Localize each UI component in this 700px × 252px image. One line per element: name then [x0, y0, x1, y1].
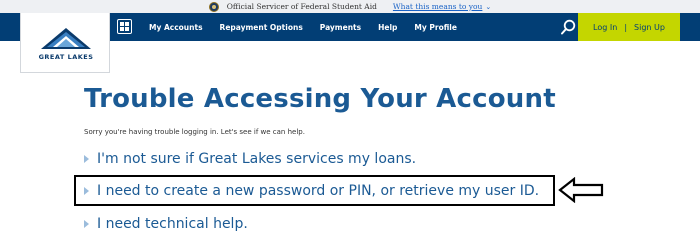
- help-option-loans[interactable]: I'm not sure if Great Lakes services my …: [84, 150, 416, 168]
- nav-my-accounts[interactable]: My Accounts: [149, 23, 203, 32]
- chevron-down-icon[interactable]: ⌄: [485, 3, 491, 11]
- signup-button[interactable]: Sign Up: [634, 23, 665, 32]
- help-option-label[interactable]: I'm not sure if Great Lakes services my …: [97, 151, 416, 167]
- logo-text: GREAT LAKES: [38, 53, 94, 61]
- page-subtitle: Sorry you're having trouble logging in. …: [84, 128, 305, 136]
- help-option-technical[interactable]: I need technical help.: [84, 215, 248, 233]
- auth-separator: |: [624, 22, 628, 32]
- official-servicer-text: Official Servicer of Federal Student Aid: [226, 2, 377, 11]
- official-banner: Official Servicer of Federal Student Aid…: [0, 0, 700, 13]
- grid-menu-icon[interactable]: [117, 19, 132, 34]
- help-option-label[interactable]: I need to create a new password or PIN, …: [97, 183, 539, 199]
- nav-repayment-options[interactable]: Repayment Options: [220, 23, 303, 32]
- federal-student-aid-seal-icon: [208, 1, 219, 12]
- nav-payments[interactable]: Payments: [320, 23, 361, 32]
- nav-help[interactable]: Help: [378, 23, 397, 32]
- triangle-right-icon: [84, 155, 89, 163]
- left-arrow-outline-icon: [558, 177, 604, 203]
- triangle-right-icon: [84, 220, 89, 228]
- what-this-means-link[interactable]: What this means to you: [393, 2, 482, 11]
- nav-my-profile[interactable]: My Profile: [414, 23, 457, 32]
- help-option-password-pin[interactable]: I need to create a new password or PIN, …: [84, 182, 539, 200]
- search-icon[interactable]: [560, 19, 576, 35]
- auth-buttons: Log In | Sign Up: [578, 13, 680, 41]
- triangle-right-icon: [84, 187, 89, 195]
- nav-links: My Accounts Repayment Options Payments H…: [149, 13, 474, 41]
- login-button[interactable]: Log In: [593, 23, 617, 32]
- page-title: Trouble Accessing Your Account: [84, 84, 556, 114]
- great-lakes-logo[interactable]: GREAT LAKES: [20, 13, 110, 73]
- mountain-logo-icon: [41, 28, 91, 49]
- help-option-label[interactable]: I need technical help.: [97, 216, 248, 232]
